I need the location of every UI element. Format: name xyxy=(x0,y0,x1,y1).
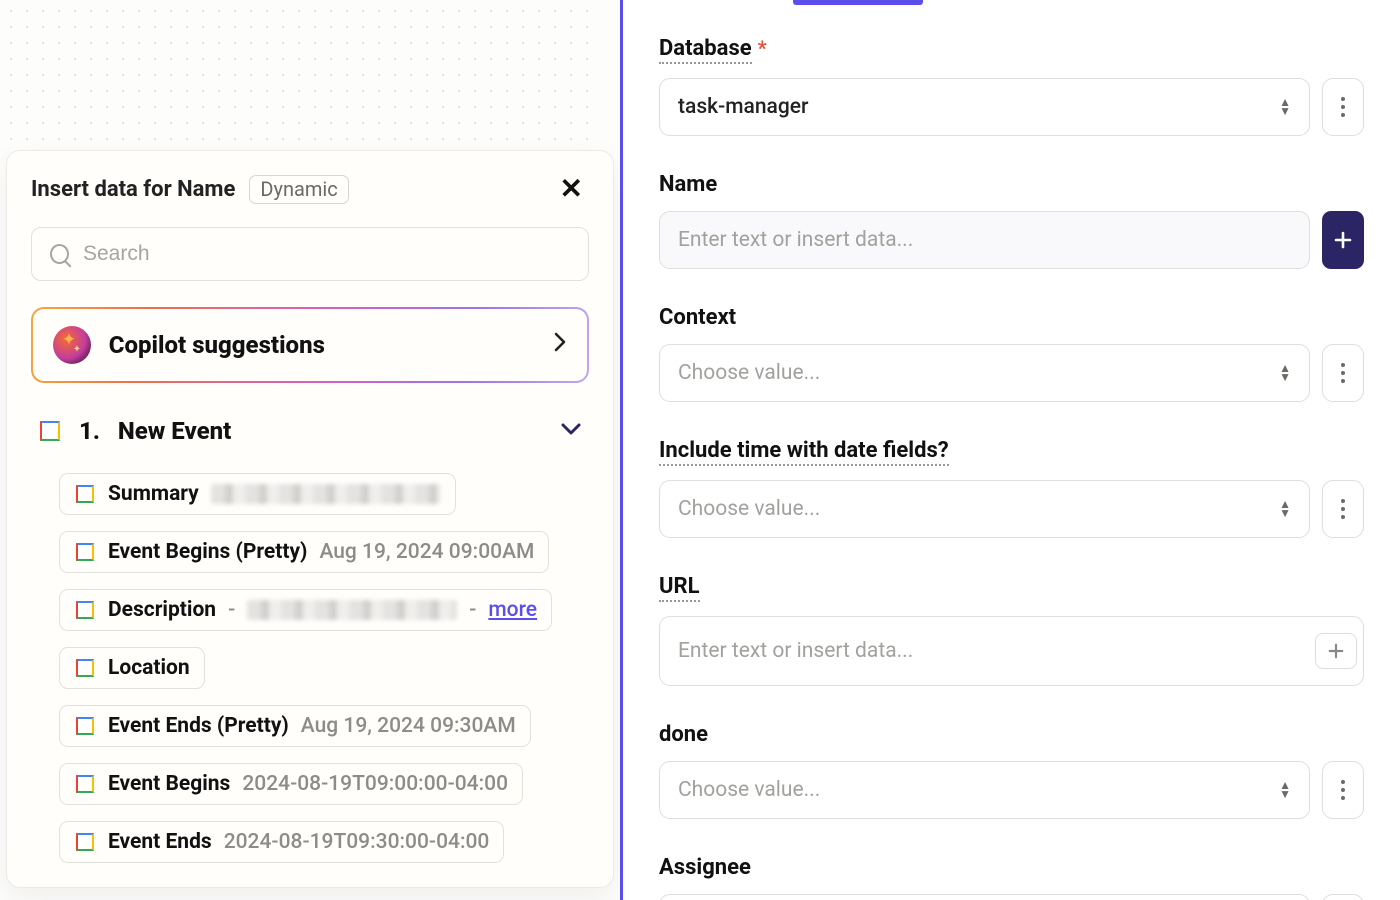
done-select[interactable]: Choose value... ▲▼ xyxy=(659,761,1310,819)
google-calendar-icon xyxy=(74,657,96,679)
active-tab-indicator xyxy=(793,0,923,5)
more-link[interactable]: more xyxy=(488,598,537,622)
dynamic-badge: Dynamic xyxy=(249,175,348,204)
select-value: task-manager xyxy=(678,95,808,119)
field-context: Context Choose value... ▲▼ xyxy=(659,305,1364,402)
chip-event-begins-pretty[interactable]: Event Begins (Pretty) Aug 19, 2024 09:00… xyxy=(59,531,549,573)
kebab-icon xyxy=(1341,363,1345,383)
chip-event-begins[interactable]: Event Begins 2024-08-19T09:00:00-04:00 xyxy=(59,763,523,805)
assignee-select[interactable]: Choose value... ▲▼ xyxy=(659,894,1310,900)
chip-summary[interactable]: Summary xyxy=(59,473,456,515)
close-button[interactable]: ✕ xyxy=(554,173,589,205)
field-label: Assignee xyxy=(659,855,751,880)
placeholder-text: Enter text or insert data... xyxy=(678,228,913,252)
google-calendar-icon xyxy=(74,541,96,563)
google-calendar-icon xyxy=(37,418,63,444)
chip-description[interactable]: Description - - more xyxy=(59,589,552,631)
database-select[interactable]: task-manager ▲▼ xyxy=(659,78,1310,136)
updown-icon: ▲▼ xyxy=(1279,781,1291,799)
config-form: Database* task-manager ▲▼ Name Enter tex… xyxy=(620,0,1400,900)
copilot-suggestions-row[interactable]: Copilot suggestions xyxy=(33,309,587,381)
google-calendar-icon xyxy=(74,599,96,621)
field-chips-list: Summary Event Begins (Pretty) Aug 19, 20… xyxy=(31,473,589,863)
plus-icon xyxy=(1327,642,1345,660)
field-label: Include time with date fields? xyxy=(659,438,949,466)
chip-label: Location xyxy=(108,656,190,680)
kebab-icon xyxy=(1341,97,1345,117)
source-title: New Event xyxy=(118,417,231,445)
chip-value: 2024-08-19T09:30:00-04:00 xyxy=(224,830,490,854)
google-calendar-icon xyxy=(74,773,96,795)
placeholder-text: Enter text or insert data... xyxy=(678,639,913,663)
kebab-icon xyxy=(1341,499,1345,519)
updown-icon: ▲▼ xyxy=(1279,500,1291,518)
kebab-icon xyxy=(1341,780,1345,800)
insert-data-popover: Insert data for Name Dynamic ✕ Copilot s… xyxy=(6,150,614,888)
copilot-label: Copilot suggestions xyxy=(109,331,325,359)
chip-prefix: - xyxy=(228,598,235,622)
source-index: 1. xyxy=(79,417,100,445)
field-include-time: Include time with date fields? Choose va… xyxy=(659,438,1364,538)
chip-event-ends[interactable]: Event Ends 2024-08-19T09:30:00-04:00 xyxy=(59,821,504,863)
search-input-wrapper[interactable] xyxy=(31,227,589,281)
include-time-select[interactable]: Choose value... ▲▼ xyxy=(659,480,1310,538)
chip-label: Description xyxy=(108,598,216,622)
placeholder-text: Choose value... xyxy=(678,361,820,385)
chevron-down-icon xyxy=(559,421,583,441)
chip-label: Event Begins (Pretty) xyxy=(108,540,307,564)
source-new-event-header[interactable]: 1. New Event xyxy=(31,411,589,453)
field-menu-button[interactable] xyxy=(1322,78,1364,136)
context-select[interactable]: Choose value... ▲▼ xyxy=(659,344,1310,402)
chevron-right-icon xyxy=(553,331,567,359)
placeholder-text: Choose value... xyxy=(678,497,820,521)
field-name: Name Enter text or insert data... xyxy=(659,172,1364,269)
redacted-value xyxy=(247,600,457,620)
chip-value: Aug 19, 2024 09:30AM xyxy=(301,714,516,738)
field-label: done xyxy=(659,722,708,747)
chip-value: 2024-08-19T09:00:00-04:00 xyxy=(242,772,508,796)
field-url: URL Enter text or insert data... xyxy=(659,574,1364,686)
url-input[interactable]: Enter text or insert data... xyxy=(659,616,1364,686)
updown-icon: ▲▼ xyxy=(1279,98,1291,116)
field-assignee: Assignee Choose value... ▲▼ xyxy=(659,855,1364,900)
field-menu-button[interactable] xyxy=(1322,480,1364,538)
insert-data-button[interactable] xyxy=(1322,211,1364,269)
updown-icon: ▲▼ xyxy=(1279,364,1291,382)
field-label: Name xyxy=(659,172,717,197)
insert-data-button[interactable] xyxy=(1315,633,1357,669)
name-input[interactable]: Enter text or insert data... xyxy=(659,211,1310,269)
chip-value: Aug 19, 2024 09:00AM xyxy=(319,540,534,564)
placeholder-text: Choose value... xyxy=(678,778,820,802)
chip-location[interactable]: Location xyxy=(59,647,205,689)
field-label: URL xyxy=(659,574,700,602)
redacted-value xyxy=(211,484,441,504)
chip-label: Summary xyxy=(108,482,199,506)
chip-label: Event Ends (Pretty) xyxy=(108,714,289,738)
field-label: Database xyxy=(659,36,752,64)
search-icon xyxy=(50,244,69,264)
chip-label: Event Ends xyxy=(108,830,212,854)
field-menu-button[interactable] xyxy=(1322,344,1364,402)
field-menu-button[interactable] xyxy=(1322,894,1364,900)
google-calendar-icon xyxy=(74,715,96,737)
search-input[interactable] xyxy=(83,242,570,266)
sparkle-icon xyxy=(53,326,91,364)
field-done: done Choose value... ▲▼ xyxy=(659,722,1364,819)
popover-title: Insert data for Name xyxy=(31,177,235,202)
chip-event-ends-pretty[interactable]: Event Ends (Pretty) Aug 19, 2024 09:30AM xyxy=(59,705,531,747)
plus-icon xyxy=(1333,230,1353,250)
field-database: Database* task-manager ▲▼ xyxy=(659,36,1364,136)
chip-label: Event Begins xyxy=(108,772,230,796)
google-calendar-icon xyxy=(74,483,96,505)
field-label: Context xyxy=(659,305,736,330)
field-menu-button[interactable] xyxy=(1322,761,1364,819)
google-calendar-icon xyxy=(74,831,96,853)
required-marker: * xyxy=(758,36,767,60)
